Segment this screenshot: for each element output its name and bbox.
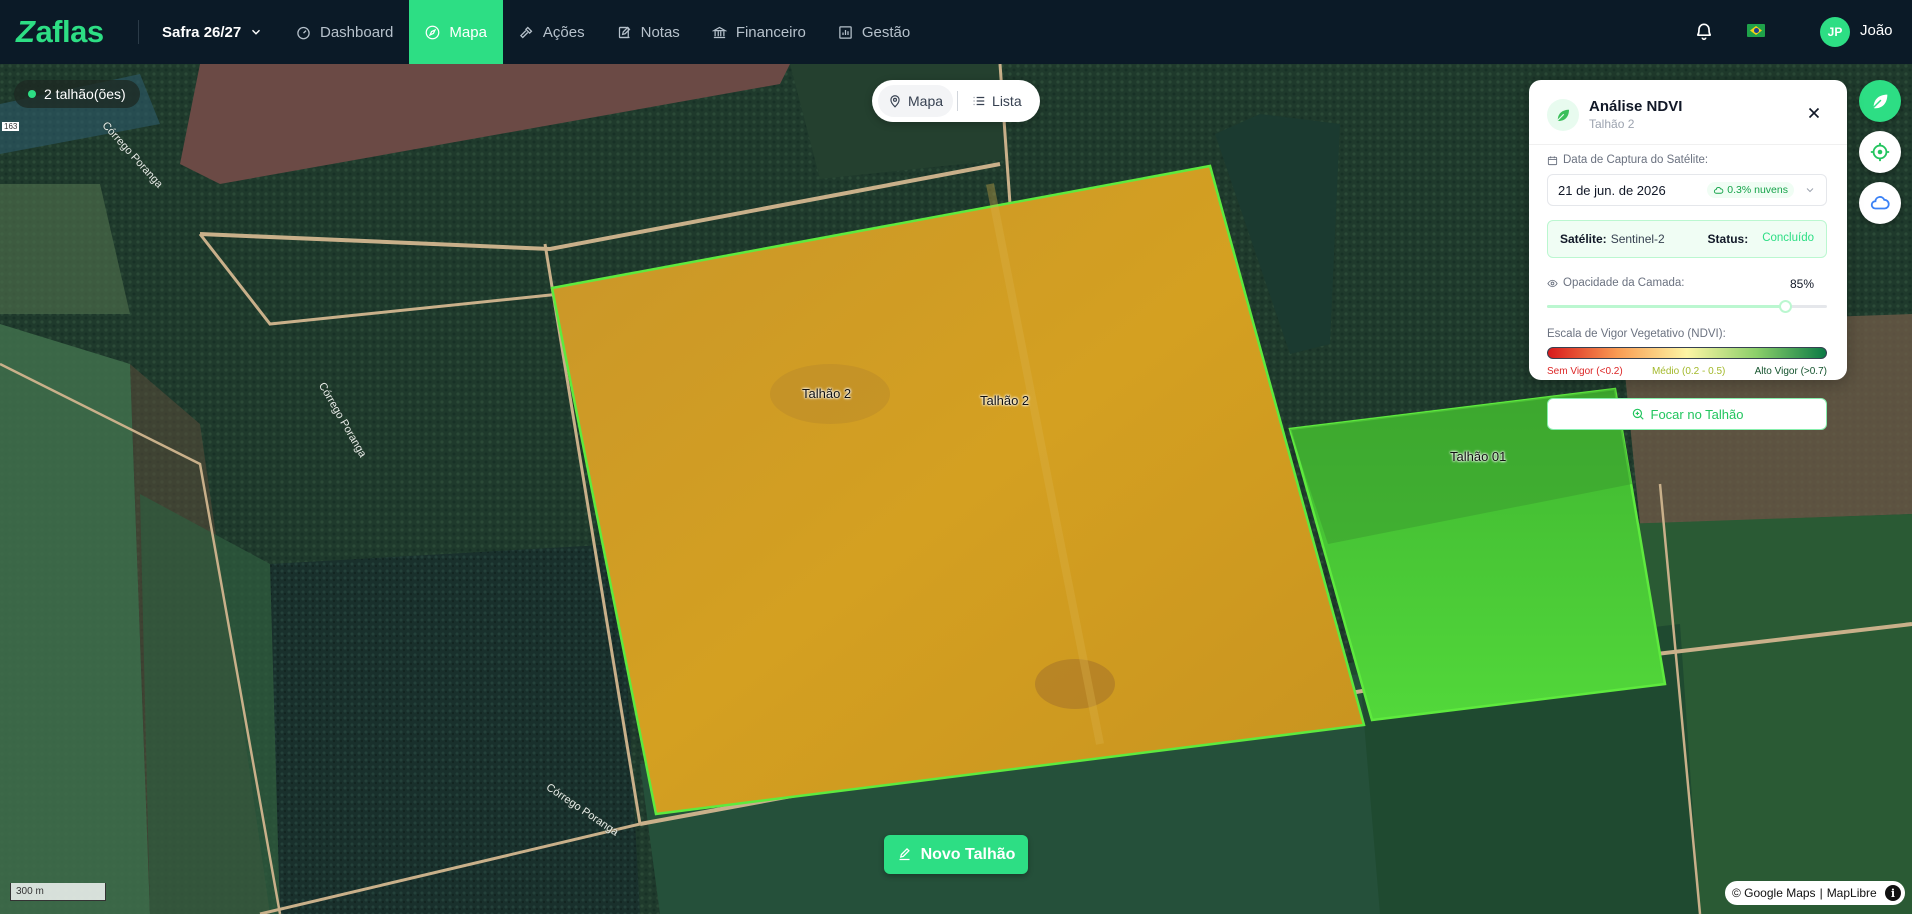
status-dot [28,90,36,98]
opacity-label: Opacidade da Camada: [1547,277,1684,289]
leaf-icon [1873,94,1888,109]
calendar-icon [1547,155,1558,165]
panel-divider [1529,144,1847,145]
view-option-list[interactable]: Lista [962,85,1032,117]
logo-text: aflas [35,14,104,49]
crosshair-icon [1870,142,1890,162]
satellite-value: Sentinel-2 [1610,232,1665,246]
season-selector[interactable]: Safra 26/27 [162,20,263,44]
capture-date-label: Data de Captura do Satélite: [1547,154,1708,166]
cloud-icon [1714,186,1724,194]
chevron-down-icon [1806,188,1814,193]
field-count-badge: 2 talhão(ões) [14,80,140,108]
main-nav: Dashboard Mapa Ações Notas Financeiro Ge… [280,0,926,64]
new-field-button[interactable]: Novo Talhão [884,835,1028,874]
close-icon[interactable] [1805,104,1823,122]
cloud-coverage-badge: 0.3% nuvens [1707,182,1794,198]
edit-icon [618,26,631,38]
attribution-maplibre[interactable]: MapLibre [1827,886,1877,900]
status-key: Status: [1707,232,1749,246]
opacity-slider[interactable] [1547,300,1827,313]
avatar[interactable]: JP [1820,17,1850,47]
season-label: Safra 26/27 [162,23,242,41]
bank-icon [711,26,727,38]
field-label-talhao-01[interactable]: Talhão 01 [1450,449,1506,464]
pencil-icon [899,847,910,861]
view-toggle: Mapa Lista [872,80,1040,122]
view-option-label: Mapa [908,93,944,109]
legend-high: Alto Vigor (>0.7) [1754,366,1827,377]
nav-item-label: Notas [640,23,680,41]
hammer-icon [519,26,533,38]
view-option-map[interactable]: Mapa [878,85,954,117]
status-badge: Concluído [1762,232,1814,244]
eye-icon [1547,279,1558,287]
user-name[interactable]: João [1860,22,1893,39]
capture-date-value: 21 de jun. de 2026 [1558,182,1666,198]
field-label-talhao-2b[interactable]: Talhão 2 [980,393,1029,408]
slider-thumb[interactable] [1779,300,1792,313]
nav-item-notas[interactable]: Notas [601,0,696,64]
field-label-talhao-2[interactable]: Talhão 2 [802,386,851,401]
ndvi-analysis-panel: Análise NDVI Talhão 2 Data de Captura do… [1529,80,1847,430]
ndvi-color-scale [1547,347,1827,359]
ndvi-scale-label: Escala de Vigor Vegetativo (NDVI): [1547,328,1726,340]
compass-icon [426,25,440,39]
field-count-label: 2 talhão(ões) [44,86,126,102]
status-group: Status: Concluído [1708,232,1814,246]
panel-subtitle: Talhão 2 [1589,117,1635,131]
brazil-flag-icon[interactable] [1747,24,1765,37]
satellite-key: Satélite: [1560,232,1607,246]
panel-header: Análise NDVI Talhão 2 [1547,98,1682,131]
new-field-label: Novo Talhão [920,845,1016,863]
nav-item-acoes[interactable]: Ações [503,0,601,64]
focus-field-label: Focar no Talhão [1650,406,1744,422]
nav-item-label: Financeiro [735,23,806,41]
leaf-badge [1547,98,1579,131]
nav-item-dashboard[interactable]: Dashboard [280,0,409,64]
opacity-value: 85% [1790,277,1815,291]
logo-mark: Z [16,14,35,49]
info-icon[interactable]: i [1885,885,1901,901]
toggle-divider [957,91,959,111]
map-canvas[interactable]: Talhão 2 Talhão 2 Talhão 01 Córrego Pora… [0,64,1912,914]
panel-title: Análise NDVI [1589,98,1683,115]
nav-item-label: Dashboard [320,23,394,41]
list-icon [973,96,985,106]
attribution-google[interactable]: © Google Maps [1732,886,1816,900]
attribution-separator: | [1819,886,1823,900]
nav-item-label: Mapa [449,23,487,41]
nav-item-label: Gestão [861,23,911,41]
view-option-label: Lista [992,93,1022,109]
nav-item-gestao[interactable]: Gestão [822,0,926,64]
app-logo[interactable]: Zaflas [16,12,104,52]
legend-mid: Médio (0.2 - 0.5) [1651,366,1726,377]
chevron-down-icon [252,29,261,35]
slider-fill [1547,305,1785,308]
bell-icon[interactable] [1694,20,1714,42]
nav-item-financeiro[interactable]: Financeiro [696,0,822,64]
chart-icon [839,25,852,39]
nav-item-label: Ações [542,23,585,41]
top-navigation-bar: Zaflas Safra 26/27 Dashboard Mapa Ações … [0,0,1912,64]
road-marker: 163 [2,122,20,131]
leaf-icon [1557,109,1569,121]
legend-low: Sem Vigor (<0.2) [1547,366,1623,377]
nav-item-mapa[interactable]: Mapa [409,0,503,64]
weather-button[interactable] [1859,182,1901,224]
capture-date-select[interactable]: 21 de jun. de 2026 0.3% nuvens [1547,174,1827,206]
header-divider [138,20,139,44]
map-scale-bar: 300 m [10,883,106,901]
map-attribution: © Google Maps | MapLibre i [1725,881,1905,905]
zoom-in-icon [1632,408,1644,420]
gauge-icon [297,26,310,39]
focus-field-button[interactable]: Focar no Talhão [1547,398,1827,430]
locate-button[interactable] [1859,131,1901,173]
satellite-info: Satélite: Sentinel-2 Status: Concluído [1547,220,1827,258]
cloud-icon [1870,196,1890,210]
map-pin-icon [890,95,900,108]
ndvi-layer-button[interactable] [1859,80,1901,122]
ndvi-legend: Sem Vigor (<0.2) Médio (0.2 - 0.5) Alto … [1547,366,1827,377]
